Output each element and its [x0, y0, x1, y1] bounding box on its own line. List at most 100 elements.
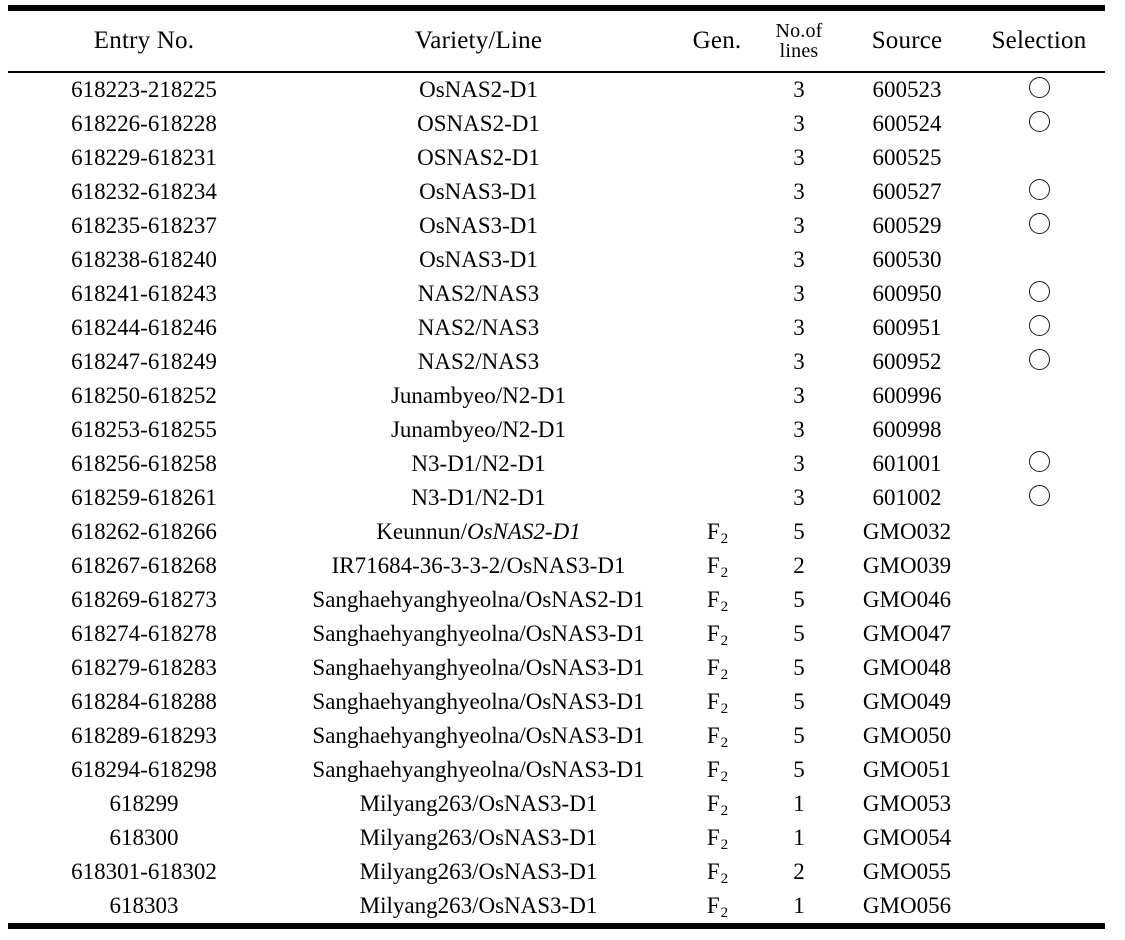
generation-subscript: 2 [720, 700, 729, 717]
cell-entry-no: 618269-618273 [71, 586, 217, 612]
variety-text: NAS2/NAS3 [417, 348, 540, 374]
table-sheet: Entry No. Variety/Line Gen. No.of lines … [0, 0, 1125, 940]
cell-no-of-lines: 3 [793, 246, 805, 272]
cell-selection [973, 311, 1105, 345]
cell-variety-line: OSNAS2-D1 [280, 107, 677, 141]
cell-no-of-lines: 5 [793, 756, 805, 782]
variety-text: OSNAS2-D1 [417, 144, 540, 170]
table-row: 618303 Milyang263/OsNAS3-D1 F2 1 GMO056 [8, 889, 1105, 929]
cell-source: GMO054 [862, 824, 952, 850]
cell-source: GMO049 [862, 688, 952, 714]
cell-selection [973, 107, 1105, 141]
cell-variety-line: Junambyeo/N2-D1 [280, 379, 677, 413]
cell-source: 601002 [872, 484, 942, 510]
column-header-variety-line: Variety/Line [280, 5, 677, 73]
variety-text: Sanghaehyanghyeolna/OsNAS3-D1 [312, 620, 645, 646]
table-row: 618294-618298 Sanghaehyanghyeolna/OsNAS3-… [8, 753, 1105, 787]
selection-empty [1029, 417, 1050, 438]
cell-variety-line: Sanghaehyanghyeolna/OsNAS3-D1 [280, 617, 677, 651]
table-row: 618299 Milyang263/OsNAS3-D1 F2 1 GMO053 [8, 787, 1105, 821]
selection-empty [1029, 383, 1050, 404]
cell-variety-line: Sanghaehyanghyeolna/OsNAS3-D1 [280, 651, 677, 685]
column-header-entry-no: Entry No. [8, 5, 280, 73]
column-header-no-of-lines: No.of lines [757, 5, 841, 73]
variety-text: OsNAS3-D1 [419, 246, 538, 272]
cell-no-of-lines: 2 [793, 552, 805, 578]
cell-variety-line: OsNAS2-D1 [280, 72, 677, 107]
variety-gene-italic: OsNAS2-D1 [466, 518, 581, 544]
cell-selection [973, 515, 1105, 549]
selection-circle-icon [1028, 348, 1050, 370]
cell-entry-no: 618223-218225 [71, 76, 217, 102]
cell-no-of-lines: 3 [793, 178, 805, 204]
cell-variety-line: Milyang263/OsNAS3-D1 [280, 889, 677, 929]
cell-source: GMO048 [862, 654, 952, 680]
cell-variety-line: Sanghaehyanghyeolna/OsNAS3-D1 [280, 685, 677, 719]
generation-value: F2 [706, 688, 729, 717]
cell-generation [677, 345, 757, 379]
cell-source: GMO047 [862, 620, 952, 646]
cell-source: GMO051 [862, 756, 952, 782]
cell-no-of-lines: 1 [793, 790, 805, 816]
variety-text: Junambyeo/N2-D1 [390, 416, 567, 442]
cell-generation: F2 [677, 685, 757, 719]
cell-source: 600998 [872, 416, 942, 442]
selection-circle-icon [1028, 314, 1050, 336]
entry-list-table: Entry No. Variety/Line Gen. No.of lines … [8, 5, 1105, 929]
cell-generation: F2 [677, 651, 757, 685]
cell-entry-no: 618274-618278 [71, 620, 217, 646]
cell-selection [973, 889, 1105, 929]
cell-source: 600530 [872, 246, 942, 272]
cell-entry-no: 618303 [8, 889, 280, 929]
table-row: 618232-618234 OsNAS3-D1 3 600527 [8, 175, 1105, 209]
variety-text: Sanghaehyanghyeolna/OsNAS3-D1 [312, 654, 645, 680]
cell-generation: F2 [677, 549, 757, 583]
cell-selection [973, 821, 1105, 855]
cell-no-of-lines: 5 [793, 518, 805, 544]
variety-text: OsNAS3-D1 [419, 178, 538, 204]
selection-circle-icon [1028, 212, 1050, 234]
cell-selection [973, 243, 1105, 277]
cell-no-of-lines: 5 [793, 722, 805, 748]
cell-selection [973, 753, 1105, 787]
generation-value: F2 [706, 858, 729, 887]
generation-subscript: 2 [720, 802, 729, 819]
cell-generation: F2 [677, 787, 757, 821]
cell-generation [677, 209, 757, 243]
column-header-source: Source [841, 5, 973, 73]
cell-selection [973, 685, 1105, 719]
table-body: 618223-218225 OsNAS2-D1 3 600523 618226-6182… [8, 72, 1105, 929]
cell-no-of-lines: 1 [793, 824, 805, 850]
generation-subscript: 2 [720, 564, 729, 581]
cell-no-of-lines: 3 [793, 416, 805, 442]
selection-empty [1029, 723, 1050, 744]
cell-source: 600529 [872, 212, 942, 238]
cell-no-of-lines: 3 [793, 382, 805, 408]
table-row: 618269-618273 Sanghaehyanghyeolna/OsNAS2-… [8, 583, 1105, 617]
cell-no-of-lines: 3 [793, 144, 805, 170]
column-header-no-of-lines-line1: No.of [775, 20, 823, 42]
cell-entry-no: 618247-618249 [71, 348, 217, 374]
generation-subscript: 2 [720, 870, 729, 887]
cell-entry-no: 618238-618240 [71, 246, 217, 272]
selection-circle-icon [1028, 450, 1050, 472]
generation-subscript: 2 [720, 904, 729, 921]
selection-empty [1029, 655, 1050, 676]
generation-subscript: 2 [720, 598, 729, 615]
variety-text: N3-D1/N2-D1 [411, 450, 546, 476]
variety-text: Milyang263/OsNAS3-D1 [359, 858, 598, 884]
cell-selection [973, 345, 1105, 379]
table-row: 618226-618228 OSNAS2-D1 3 600524 [8, 107, 1105, 141]
generation-value: F2 [706, 518, 729, 547]
selection-circle-icon [1028, 76, 1050, 98]
cell-no-of-lines: 5 [793, 620, 805, 646]
variety-text: Junambyeo/N2-D1 [390, 382, 567, 408]
column-header-gen: Gen. [677, 5, 757, 73]
cell-no-of-lines: 3 [793, 212, 805, 238]
generation-value: F2 [706, 620, 729, 649]
cell-selection [973, 481, 1105, 515]
cell-generation: F2 [677, 515, 757, 549]
variety-text: Sanghaehyanghyeolna/OsNAS3-D1 [312, 756, 645, 782]
table-row: 618289-618293 Sanghaehyanghyeolna/OsNAS3-… [8, 719, 1105, 753]
cell-generation [677, 175, 757, 209]
